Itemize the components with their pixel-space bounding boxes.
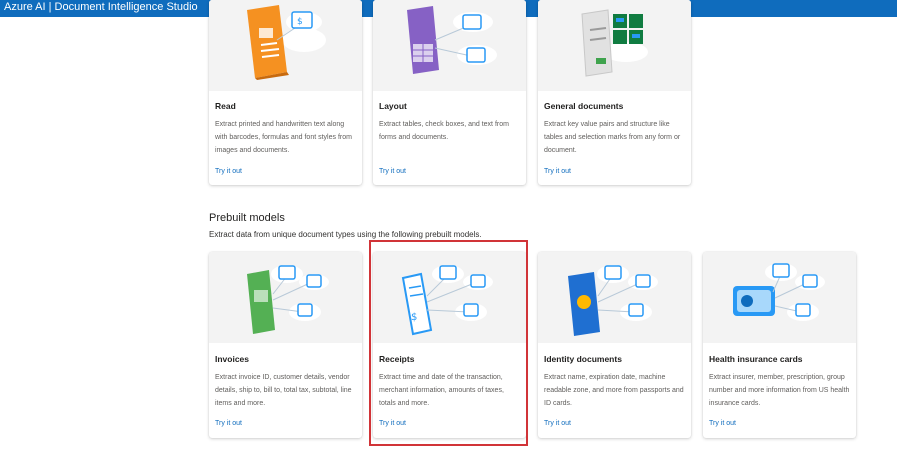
general-document-illustration bbox=[538, 0, 691, 91]
card-description: Extract key value pairs and structure li… bbox=[544, 121, 681, 154]
highlight-box bbox=[369, 240, 528, 446]
card-title: Layout bbox=[379, 101, 407, 111]
model-card-identity-documents[interactable]: Identity documents Extract name, expirat… bbox=[538, 252, 691, 438]
health-card-illustration bbox=[703, 252, 856, 343]
card-description: Extract printed and handwritten text alo… bbox=[215, 121, 352, 154]
try-it-out-link[interactable]: Try it out bbox=[379, 168, 406, 175]
card-title: Invoices bbox=[215, 354, 250, 364]
try-it-out-link[interactable]: Try it out bbox=[709, 420, 736, 427]
try-it-out-link[interactable]: Try it out bbox=[544, 420, 571, 427]
passport-illustration bbox=[538, 252, 691, 343]
app-title: Azure AI | Document Intelligence Studio bbox=[4, 1, 198, 13]
card-title: Identity documents bbox=[544, 354, 622, 364]
card-description: Extract name, expiration date, machine r… bbox=[544, 374, 684, 407]
layout-document-illustration bbox=[373, 0, 526, 91]
model-card-invoices[interactable]: Invoices Extract invoice ID, customer de… bbox=[209, 252, 362, 438]
card-description: Extract insurer, member, prescription, g… bbox=[709, 374, 850, 407]
model-card-general-documents[interactable]: General documents Extract key value pair… bbox=[538, 0, 691, 185]
model-card-read[interactable]: $ Read Extract printed and handwritten t… bbox=[209, 0, 362, 185]
invoice-illustration bbox=[209, 252, 362, 343]
card-title: Health insurance cards bbox=[709, 354, 803, 364]
model-card-health-insurance-cards[interactable]: Health insurance cards Extract insurer, … bbox=[703, 252, 856, 438]
card-description: Extract tables, check boxes, and text fr… bbox=[379, 121, 509, 141]
try-it-out-link[interactable]: Try it out bbox=[215, 168, 242, 175]
section-subtitle: Extract data from unique document types … bbox=[209, 230, 482, 239]
section-title: Prebuilt models bbox=[209, 212, 285, 224]
read-document-illustration: $ bbox=[209, 0, 362, 91]
svg-text:$: $ bbox=[297, 17, 303, 27]
try-it-out-link[interactable]: Try it out bbox=[544, 168, 571, 175]
card-description: Extract invoice ID, customer details, ve… bbox=[215, 374, 352, 407]
try-it-out-link[interactable]: Try it out bbox=[215, 420, 242, 427]
model-card-layout[interactable]: Layout Extract tables, check boxes, and … bbox=[373, 0, 526, 185]
card-title: General documents bbox=[544, 101, 624, 111]
card-title: Read bbox=[215, 101, 236, 111]
